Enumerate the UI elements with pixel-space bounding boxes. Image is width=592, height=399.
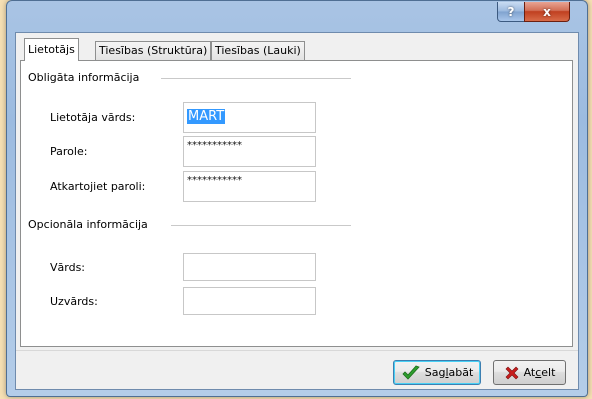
last-name-label: Uzvārds: xyxy=(50,295,98,308)
help-icon: ? xyxy=(507,4,515,19)
last-name-input[interactable] xyxy=(183,287,316,315)
password-value: *********** xyxy=(187,140,242,151)
required-group-line xyxy=(161,78,351,79)
username-label: Lietotāja vārds: xyxy=(50,111,136,124)
help-button[interactable]: ? xyxy=(497,2,525,22)
optional-section-title: Opcionāla informācija xyxy=(28,218,152,231)
dialog-window: ? x Lietotājs Tiesības (Struktūra) Tiesī… xyxy=(6,0,588,397)
tab-rights-structure-label: Tiesības (Struktūra) xyxy=(99,44,208,57)
username-value: MART xyxy=(187,109,226,124)
checkmark-icon xyxy=(402,365,420,380)
save-button-label: Saglabāt xyxy=(424,366,474,379)
dialog-client-area: Lietotājs Tiesības (Struktūra) Tiesības … xyxy=(15,32,579,390)
repeat-password-label: Atkartojiet paroli: xyxy=(50,180,146,193)
repeat-password-input[interactable]: *********** xyxy=(183,171,316,202)
cancel-button-label: Atcelt xyxy=(523,366,556,379)
title-bar[interactable]: ? x xyxy=(7,1,587,31)
optional-group-line xyxy=(171,225,351,226)
tab-user[interactable]: Lietotājs xyxy=(24,38,79,61)
password-input[interactable]: *********** xyxy=(183,136,316,167)
password-label: Parole: xyxy=(50,145,88,158)
close-icon: x xyxy=(543,4,551,19)
cancel-button[interactable]: Atcelt xyxy=(493,360,566,385)
tab-rights-fields[interactable]: Tiesības (Lauki) xyxy=(211,41,305,60)
tab-rights-structure[interactable]: Tiesības (Struktūra) xyxy=(95,41,212,60)
footer-divider xyxy=(16,350,578,351)
required-section-title: Obligāta informācija xyxy=(28,71,144,84)
cancel-x-icon xyxy=(505,366,518,379)
username-input[interactable]: MART xyxy=(183,102,316,133)
first-name-input[interactable] xyxy=(183,253,316,281)
repeat-password-value: *********** xyxy=(187,175,242,186)
tab-rights-fields-label: Tiesības (Lauki) xyxy=(215,44,301,57)
close-button[interactable]: x xyxy=(524,2,570,22)
first-name-label: Vārds: xyxy=(50,261,86,274)
tab-user-label: Lietotājs xyxy=(28,43,75,56)
user-tab-panel: Obligāta informācija Lietotāja vārds: MA… xyxy=(20,60,573,347)
save-button[interactable]: Saglabāt xyxy=(393,360,481,385)
